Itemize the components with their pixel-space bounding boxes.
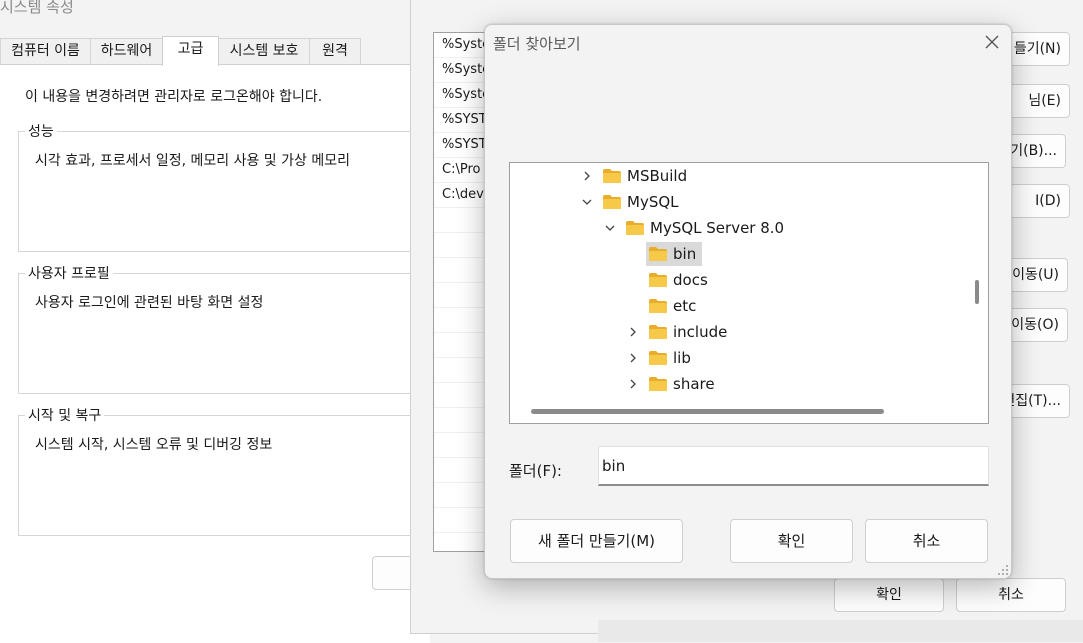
admin-note: 이 내용을 변경하려면 관리자로 로그온해야 합니다. <box>25 89 323 105</box>
chevron-right-icon[interactable] <box>580 164 594 188</box>
folder-icon <box>649 325 667 339</box>
env-cancel-button[interactable]: 취소 <box>956 578 1066 612</box>
horizontal-scrollbar-thumb[interactable] <box>531 409 884 414</box>
tree-node-lib[interactable]: lib <box>626 346 786 370</box>
group-description: 시스템 시작, 시스템 오류 및 디버깅 정보 <box>35 437 273 453</box>
group-description: 사용자 로그인에 관련된 바탕 화면 설정 <box>35 295 264 311</box>
tree-node-label: MySQL <box>627 193 679 211</box>
folder-icon <box>603 169 621 183</box>
chevron-down-icon[interactable] <box>603 216 617 240</box>
performance-group: 성능 시각 효과, 프로세서 일정, 메모리 사용 및 가상 메모리 <box>18 121 430 252</box>
tree-node-label: etc <box>673 297 697 315</box>
resize-grip-icon <box>998 565 1008 575</box>
ok-button[interactable]: 확인 <box>730 519 853 563</box>
tree-node-docs[interactable]: docs <box>626 268 786 292</box>
tree-node-label: include <box>673 323 728 341</box>
folder-icon <box>626 221 644 235</box>
tree-node-bin[interactable]: bin <box>626 242 786 266</box>
tree-node-label: docs <box>673 271 708 289</box>
folder-tree[interactable]: MSBuild MySQL MySQL Server 8.0 bin docs … <box>509 162 989 424</box>
tree-node-mysql-server[interactable]: MySQL Server 8.0 <box>603 216 863 240</box>
folder-icon <box>603 195 621 209</box>
startup-recovery-group: 시작 및 복구 시스템 시작, 시스템 오류 및 디버깅 정보 <box>18 405 430 536</box>
tree-node-label: lib <box>673 349 691 367</box>
folder-icon <box>649 377 667 391</box>
chevron-right-icon[interactable] <box>626 346 640 370</box>
tree-node-label: MySQL Server 8.0 <box>650 219 785 237</box>
vertical-scrollbar-thumb[interactable] <box>975 280 979 304</box>
tab-hardware[interactable]: 하드웨어 <box>90 38 163 64</box>
tree-node-label: MSBuild <box>627 167 688 185</box>
tree-node-label: bin <box>673 245 697 263</box>
chevron-right-icon[interactable] <box>626 320 640 344</box>
tree-node-share[interactable]: share <box>626 372 786 396</box>
group-label: 시작 및 복구 <box>25 405 105 425</box>
tab-computer-name[interactable]: 컴퓨터 이름 <box>0 38 91 64</box>
tree-node-mysql[interactable]: MySQL <box>580 190 780 214</box>
tab-advanced[interactable]: 고급 <box>162 36 219 66</box>
tab-system-protection[interactable]: 시스템 보호 <box>218 38 310 64</box>
folder-icon <box>649 273 667 287</box>
group-label: 성능 <box>25 121 57 141</box>
user-profiles-group: 사용자 프로필 사용자 로그인에 관련된 바탕 화면 설정 <box>18 263 430 394</box>
group-description: 시각 효과, 프로세서 일정, 메모리 사용 및 가상 메모리 <box>35 153 350 169</box>
dialog-title: 폴더 찾아보기 <box>493 35 581 53</box>
folder-label: 폴더(F): <box>509 462 562 480</box>
close-icon <box>985 35 999 49</box>
env-ok-button[interactable]: 확인 <box>834 578 944 612</box>
window-footer-strip <box>598 620 1083 642</box>
folder-icon <box>649 351 667 365</box>
chevron-right-icon[interactable] <box>626 372 640 396</box>
folder-input[interactable] <box>598 446 989 486</box>
cancel-button[interactable]: 취소 <box>865 519 988 563</box>
resize-grip[interactable] <box>996 563 1010 577</box>
folder-icon <box>649 299 667 313</box>
group-label: 사용자 프로필 <box>25 263 113 283</box>
close-button[interactable] <box>980 30 1004 54</box>
chevron-down-icon[interactable] <box>580 190 594 214</box>
window-title: 시스템 속성 <box>0 0 74 16</box>
tree-node-msbuild[interactable]: MSBuild <box>580 164 780 188</box>
folder-icon <box>649 247 667 261</box>
tab-remote[interactable]: 원격 <box>309 38 361 64</box>
tree-node-label: share <box>673 375 715 393</box>
tree-node-etc[interactable]: etc <box>626 294 786 318</box>
new-folder-button[interactable]: 새 폴더 만들기(M) <box>510 519 683 563</box>
tree-node-include[interactable]: include <box>626 320 786 344</box>
